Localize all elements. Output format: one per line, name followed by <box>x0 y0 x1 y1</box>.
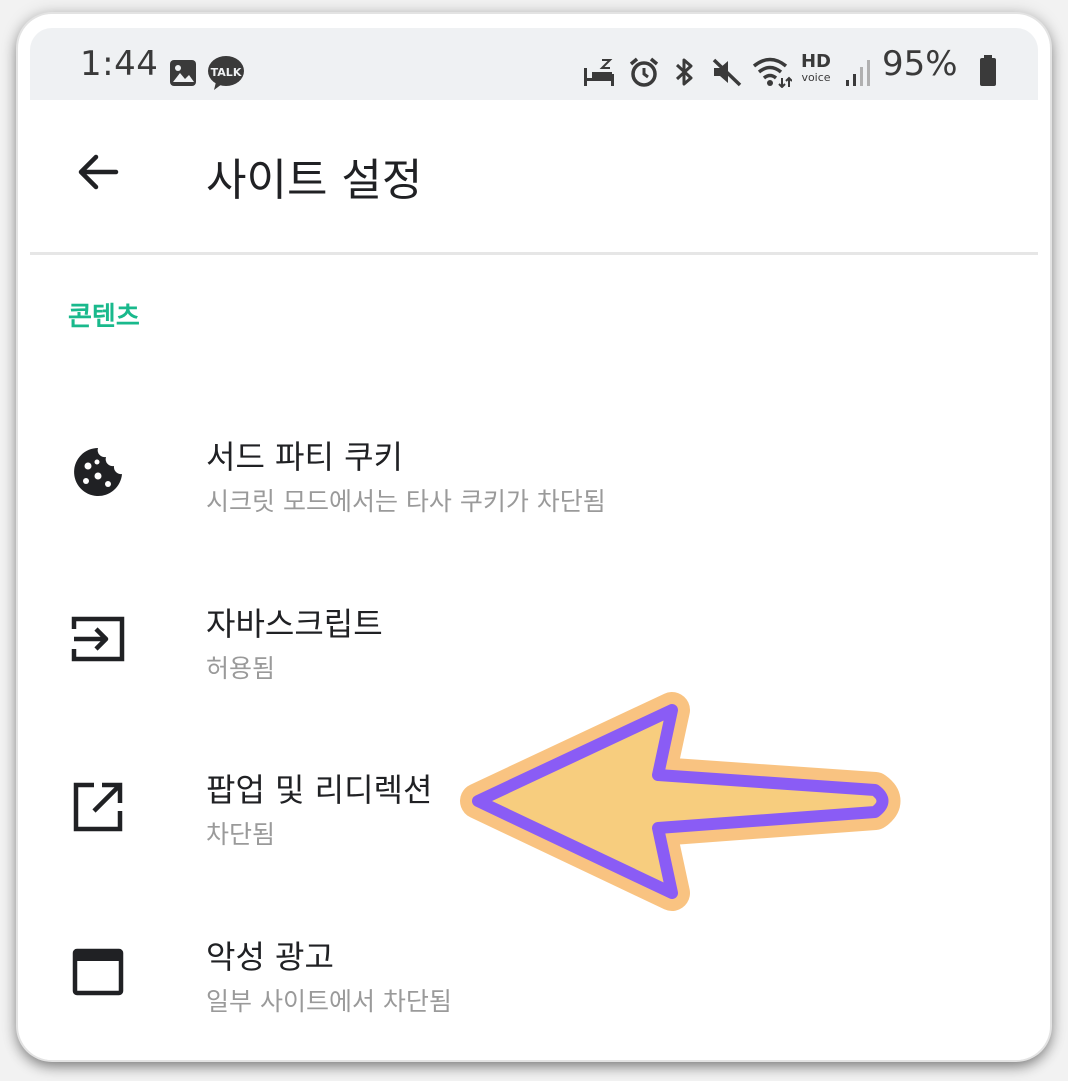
status-bar: 1:44 TALK HD voice 95% <box>30 28 1038 100</box>
hd-label: HD <box>800 51 831 72</box>
setting-subtitle: 일부 사이트에서 차단됨 <box>206 987 452 1016</box>
arrow-back-icon <box>78 154 119 190</box>
section-header: 콘텐츠 <box>68 302 140 332</box>
battery-icon <box>980 55 996 86</box>
bluetooth-icon <box>675 58 693 86</box>
setting-title: 서드 파티 쿠키 <box>206 438 403 476</box>
kakaotalk-icon: TALK <box>208 56 244 90</box>
phone-screen: 1:44 TALK HD voice 95% 사이트 설정 콘텐츠 서드 파티 … <box>30 28 1038 1060</box>
wifi-icon <box>752 57 792 88</box>
setting-subtitle: 차단됨 <box>206 820 276 849</box>
gallery-icon <box>170 60 196 86</box>
window-icon <box>72 948 124 996</box>
setting-subtitle: 시크릿 모드에서는 타사 쿠키가 차단됨 <box>206 487 606 516</box>
battery-percent: 95% <box>882 44 958 84</box>
setting-popups-redirects[interactable]: 팝업 및 리디렉션 차단됨 <box>30 731 1038 881</box>
setting-javascript[interactable]: 자바스크립트 허용됨 <box>30 565 1038 715</box>
open-in-new-icon <box>73 782 123 832</box>
setting-intrusive-ads[interactable]: 악성 광고 일부 사이트에서 차단됨 <box>30 898 1038 1048</box>
setting-subtitle: 허용됨 <box>206 654 276 683</box>
voice-label: voice <box>801 71 831 84</box>
setting-title: 자바스크립트 <box>206 605 383 643</box>
back-button[interactable] <box>72 146 124 198</box>
screenshot-frame: 1:44 TALK HD voice 95% 사이트 설정 콘텐츠 서드 파티 … <box>18 14 1050 1060</box>
signal-icon <box>846 60 870 86</box>
page-title: 사이트 설정 <box>206 155 423 206</box>
status-time: 1:44 <box>80 44 159 84</box>
setting-third-party-cookies[interactable]: 서드 파티 쿠키 시크릿 모드에서는 타사 쿠키가 차단됨 <box>30 398 1038 548</box>
cookie-icon <box>74 448 122 496</box>
alarm-icon <box>629 57 659 87</box>
mute-icon <box>712 58 742 87</box>
app-bar: 사이트 설정 <box>30 100 1038 255</box>
setting-title: 팝업 및 리디렉션 <box>206 771 433 809</box>
setting-title: 악성 광고 <box>206 938 334 976</box>
hd-voice-icon: HD voice <box>800 52 832 88</box>
sleep-mode-icon <box>584 59 614 86</box>
talk-badge-text: TALK <box>211 66 242 79</box>
javascript-input-icon <box>71 616 125 662</box>
